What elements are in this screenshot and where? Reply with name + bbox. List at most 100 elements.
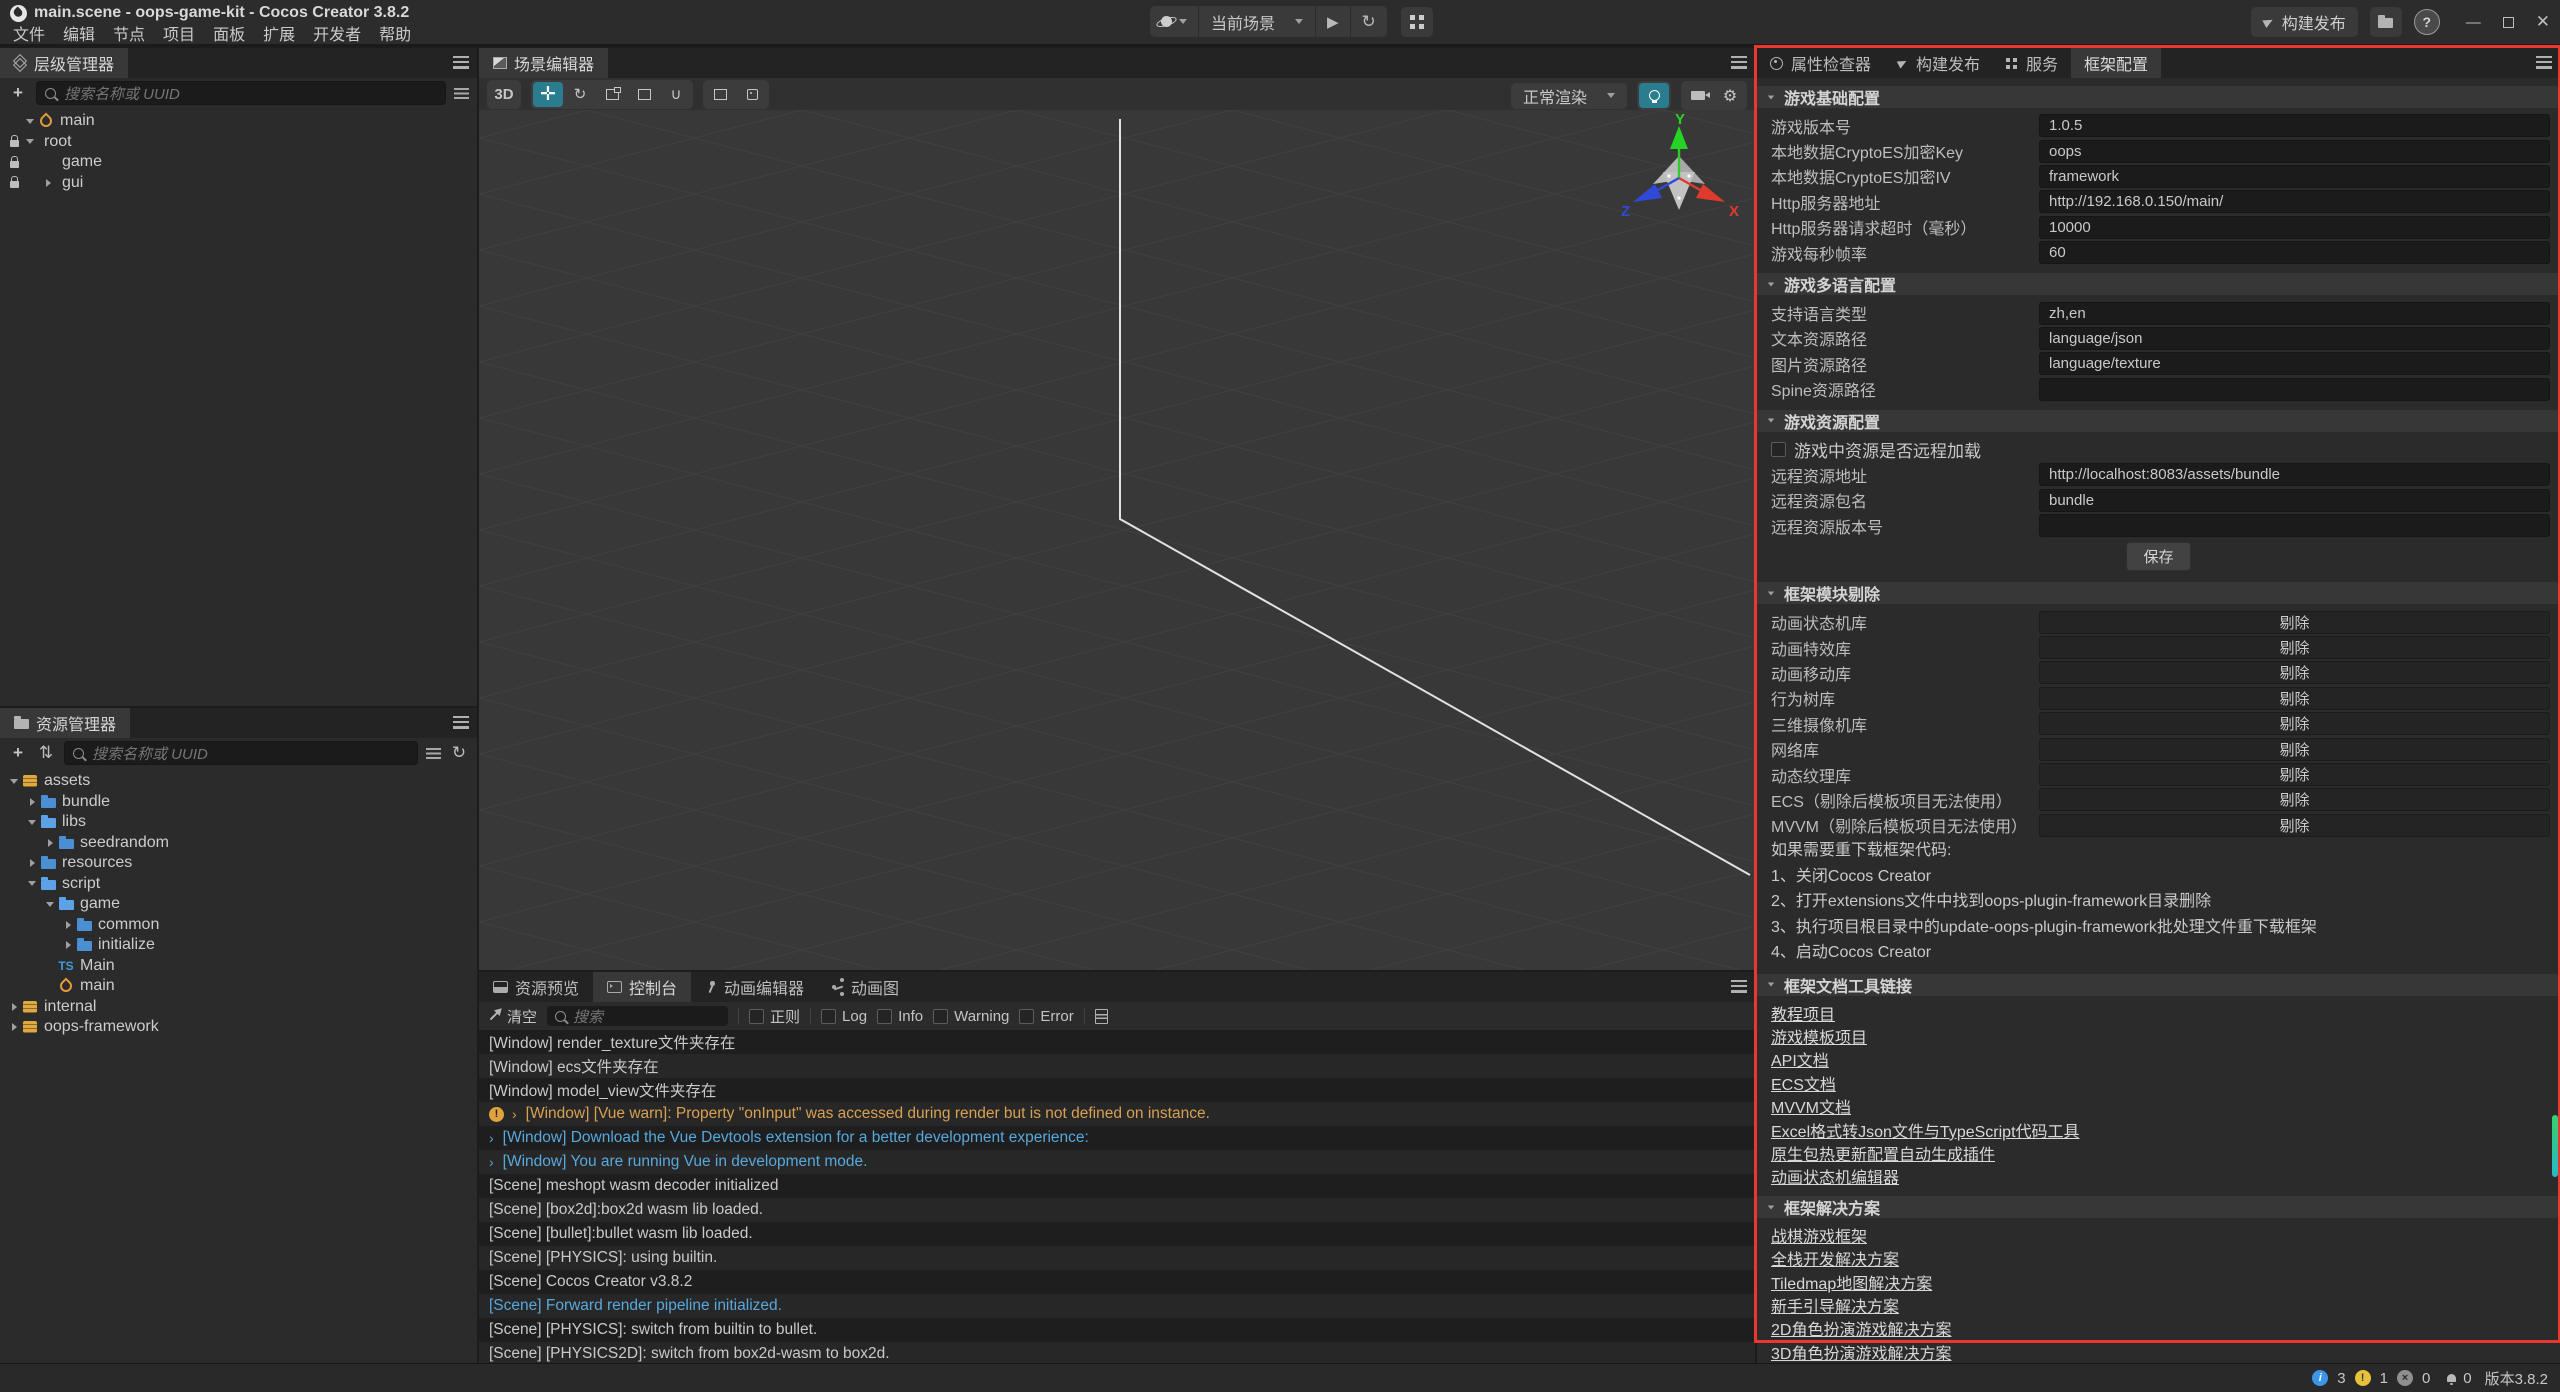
build-publish-button[interactable]: 构建发布 [2251, 7, 2358, 37]
scale-tool-button[interactable] [597, 82, 627, 107]
gizmo-y-axis[interactable] [1670, 126, 1688, 149]
rotate-tool-button[interactable]: ↻ [565, 82, 595, 107]
tree-node-bundle[interactable]: bundle [0, 792, 477, 813]
section-header-游戏资源配置[interactable]: 游戏资源配置 [1757, 410, 2560, 432]
filter-log-checkbox[interactable]: Log [821, 1008, 867, 1025]
help-button[interactable]: ? [2414, 9, 2440, 35]
link-新手引导解决方案[interactable]: 新手引导解决方案 [1771, 1293, 1899, 1317]
tab-scene-editor[interactable]: 场景编辑器 [479, 48, 608, 78]
tab-services[interactable]: 服务 [1993, 48, 2071, 78]
regex-checkbox[interactable]: 正则 [749, 1006, 800, 1027]
chevron-right-icon[interactable] [6, 1023, 22, 1031]
sort-assets-button[interactable]: ⇅ [36, 743, 56, 763]
tree-node-script[interactable]: script [0, 874, 477, 895]
log-row[interactable]: [Scene] [bullet]:bullet wasm lib loaded. [479, 1222, 1755, 1246]
gizmo-z-axis[interactable] [1633, 184, 1662, 202]
log-row[interactable]: [Scene] [PHYSICS]: switch from builtin t… [479, 1318, 1755, 1342]
chevron-down-icon[interactable] [24, 881, 40, 886]
prop-input-Http服务器地址[interactable]: http://192.168.0.150/main/ [2039, 190, 2550, 213]
tree-node-gui[interactable]: gui [0, 173, 477, 194]
render-mode-dropdown[interactable]: 正常渲染 [1511, 83, 1627, 109]
move-tool-button[interactable]: ✛ [533, 82, 563, 107]
reload-button[interactable]: ↻ [1351, 6, 1387, 37]
save-button[interactable]: 保存 [2126, 542, 2190, 571]
pivot-toggle-button[interactable] [705, 82, 735, 107]
link-MVVM文档[interactable]: MVVM文档 [1771, 1094, 1851, 1118]
tab-assets[interactable]: 资源管理器 [0, 708, 130, 738]
log-row[interactable]: [Scene] [box2d]:box2d wasm lib loaded. [479, 1198, 1755, 1222]
scrollbar-thumb[interactable] [2552, 1115, 2558, 1177]
expand-chevron-icon[interactable]: › [512, 1106, 517, 1122]
tree-node-common[interactable]: common [0, 915, 477, 936]
remove-module-button[interactable]: 剔除 [2039, 763, 2550, 786]
remove-module-button[interactable]: 剔除 [2039, 788, 2550, 811]
chevron-down-icon[interactable] [22, 119, 38, 124]
chevron-right-icon[interactable] [60, 921, 76, 929]
filter-icon[interactable] [454, 88, 469, 99]
bell-icon[interactable] [2447, 1374, 2456, 1382]
filter-error-checkbox[interactable]: Error [1019, 1008, 1073, 1025]
prop-input-游戏每秒帧率[interactable]: 60 [2039, 241, 2550, 264]
remove-module-button[interactable]: 剔除 [2039, 636, 2550, 659]
log-row[interactable]: ›[Window] You are running Vue in develop… [479, 1150, 1755, 1174]
chevron-right-icon[interactable] [24, 859, 40, 867]
panel-menu-icon[interactable] [1731, 56, 1747, 69]
prop-input-远程资源包名[interactable]: bundle [2039, 489, 2550, 512]
log-row[interactable]: [Window] ecs文件夹存在 [479, 1054, 1755, 1078]
log-row[interactable]: [Scene] Cocos Creator v3.8.2 [479, 1270, 1755, 1294]
tab-hierarchy[interactable]: 层级管理器 [0, 48, 128, 78]
section-header-框架模块剔除[interactable]: 框架模块剔除 [1757, 582, 2560, 604]
error-count-icon[interactable]: × [2397, 1370, 2413, 1386]
rect-tool-button[interactable] [629, 82, 659, 107]
chevron-down-icon[interactable] [22, 139, 38, 144]
chevron-right-icon[interactable] [42, 839, 58, 847]
menu-item-帮助[interactable]: 帮助 [370, 21, 420, 45]
filter-warning-checkbox[interactable]: Warning [933, 1008, 1009, 1025]
tab-animation-graph[interactable]: 动画图 [818, 972, 913, 1002]
prop-input-游戏版本号[interactable]: 1.0.5 [2039, 114, 2550, 137]
log-row[interactable]: [Scene] meshopt wasm decoder initialized [479, 1174, 1755, 1198]
remove-module-button[interactable]: 剔除 [2039, 687, 2550, 710]
log-row[interactable]: [Window] model_view文件夹存在 [479, 1078, 1755, 1102]
link-2D角色扮演游戏解决方案[interactable]: 2D角色扮演游戏解决方案 [1771, 1316, 1951, 1340]
create-asset-button[interactable]: + [8, 743, 28, 763]
chevron-down-icon[interactable] [42, 902, 58, 907]
tree-node-game[interactable]: game [0, 894, 477, 915]
tree-node-internal[interactable]: internal [0, 997, 477, 1018]
navigation-gizmo[interactable]: Y X Z [1619, 114, 1749, 234]
lighting-toggle-button[interactable] [1639, 83, 1669, 108]
link-Tiledmap地图解决方案[interactable]: Tiledmap地图解决方案 [1771, 1270, 1932, 1294]
maximize-button[interactable] [2503, 17, 2514, 28]
tree-node-seedrandom[interactable]: seedrandom [0, 833, 477, 854]
tree-node-initialize[interactable]: initialize [0, 935, 477, 956]
clear-console-button[interactable]: 清空 [489, 1006, 537, 1027]
assets-search-input[interactable]: 搜索名称或 UUID [64, 741, 418, 765]
tree-node-main[interactable]: main [0, 976, 477, 997]
tab-animation-editor[interactable]: 动画编辑器 [691, 972, 818, 1002]
tree-node-main[interactable]: main [0, 111, 477, 132]
menu-item-项目[interactable]: 项目 [154, 21, 204, 45]
menu-item-开发者[interactable]: 开发者 [304, 21, 370, 45]
section-header-游戏多语言配置[interactable]: 游戏多语言配置 [1757, 273, 2560, 295]
chevron-right-icon[interactable] [24, 798, 40, 806]
section-header-框架解决方案[interactable]: 框架解决方案 [1757, 1196, 2560, 1218]
prop-input-Spine资源路径[interactable] [2039, 378, 2550, 401]
prop-input-支持语言类型[interactable]: zh,en [2039, 302, 2550, 325]
panel-menu-icon[interactable] [453, 56, 469, 69]
tab-property-inspector[interactable]: 属性检查器 [1757, 48, 1884, 78]
link-API文档[interactable]: API文档 [1771, 1047, 1829, 1071]
console-search-input[interactable]: 搜索 [547, 1006, 728, 1026]
tree-node-resources[interactable]: resources [0, 853, 477, 874]
link-原生包热更新配置自动生成插件[interactable]: 原生包热更新配置自动生成插件 [1771, 1141, 1995, 1165]
chevron-right-icon[interactable] [60, 941, 76, 949]
checkbox-unchecked[interactable] [1771, 442, 1786, 457]
log-file-icon[interactable] [1095, 1009, 1108, 1024]
transform-gizmo-button[interactable]: ∪ [661, 82, 691, 107]
close-button[interactable]: ✕ [2536, 12, 2550, 32]
prop-input-远程资源地址[interactable]: http://localhost:8083/assets/bundle [2039, 463, 2550, 486]
prop-input-文本资源路径[interactable]: language/json [2039, 327, 2550, 350]
remove-module-button[interactable]: 剔除 [2039, 712, 2550, 735]
log-row[interactable]: [Scene] Forward render pipeline initiali… [479, 1294, 1755, 1318]
preview-target-button[interactable] [1150, 6, 1199, 37]
menu-item-扩展[interactable]: 扩展 [254, 21, 304, 45]
